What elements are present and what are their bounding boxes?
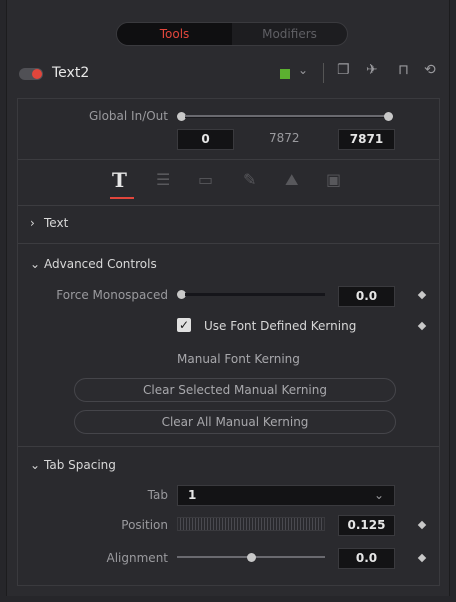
tab-select-value: 1	[188, 488, 197, 502]
tool-enable-toggle[interactable]	[19, 68, 43, 80]
settings-icon[interactable]: ▣	[326, 170, 341, 189]
force-mono-field[interactable]: 0.0	[338, 286, 395, 307]
alignment-label: Alignment	[106, 551, 168, 565]
active-tab-indicator	[110, 197, 134, 199]
clear-all-kerning-button[interactable]: Clear All Manual Kerning	[74, 410, 396, 434]
section-tab-spacing-label: Tab Spacing	[44, 458, 116, 472]
tools-modifiers-switch: Tools Modifiers	[116, 22, 348, 46]
chevron-down-icon: ⌄	[30, 458, 41, 472]
chevron-down-icon: ⌄	[30, 257, 41, 271]
divider	[18, 243, 439, 244]
global-range-fill	[185, 115, 387, 117]
chevron-down-icon: ⌄	[373, 488, 384, 502]
position-label: Position	[121, 518, 168, 532]
force-mono-label: Force Monospaced	[56, 288, 168, 302]
alignment-field[interactable]: 0.0	[338, 548, 395, 569]
section-tab-spacing-header[interactable]: ⌄ Tab Spacing	[30, 458, 116, 472]
force-mono-track[interactable]	[185, 293, 325, 296]
tab-label: Tab	[147, 488, 168, 502]
alignment-knob[interactable]	[246, 553, 256, 562]
manual-kerning-label: Manual Font Kerning	[177, 352, 300, 366]
pin-icon[interactable]: ✈	[366, 62, 378, 78]
position-thumbwheel[interactable]	[177, 517, 325, 531]
section-advanced-header[interactable]: ⌄ Advanced Controls	[30, 257, 157, 271]
tab-select[interactable]: 1 ⌄	[177, 485, 395, 506]
divider	[18, 205, 439, 206]
kerning-checkbox[interactable]: ✓	[177, 318, 191, 332]
clear-selected-kerning-button[interactable]: Clear Selected Manual Kerning	[74, 378, 396, 402]
section-text-header[interactable]: › Text	[30, 216, 68, 230]
position-field[interactable]: 0.125	[338, 515, 395, 536]
chevron-right-icon: ›	[30, 216, 35, 230]
divider	[18, 446, 439, 447]
section-text-label: Text	[44, 216, 69, 230]
reset-icon[interactable]: ⟲	[424, 62, 436, 78]
global-out-handle[interactable]	[384, 112, 393, 121]
lock-icon[interactable]: ⊓	[398, 62, 409, 78]
text-tab-icon[interactable]: T	[112, 168, 127, 192]
kerning-checkbox-label: Use Font Defined Kerning	[204, 319, 357, 333]
versions-icon[interactable]: ❐	[337, 62, 350, 78]
controls-area	[17, 98, 440, 586]
global-in-field[interactable]: 0	[177, 129, 234, 150]
section-advanced-label: Advanced Controls	[44, 257, 157, 271]
image-icon[interactable]: ⛰	[285, 170, 298, 190]
transform-icon[interactable]: ▭	[198, 170, 213, 189]
color-chip[interactable]	[280, 69, 290, 79]
global-inout-label: Global In/Out	[88, 109, 168, 123]
layout-icon[interactable]: ☰	[156, 170, 170, 189]
divider	[18, 159, 439, 160]
global-out-field[interactable]: 7871	[338, 129, 395, 150]
global-duration: 7872	[269, 131, 300, 145]
header-separator	[323, 63, 324, 83]
chevron-down-icon[interactable]: ⌄	[298, 63, 308, 77]
tab-tools[interactable]: Tools	[117, 23, 232, 45]
tool-name: Text2	[52, 65, 90, 81]
tab-modifiers[interactable]: Modifiers	[232, 23, 347, 45]
brush-icon[interactable]: ✎	[243, 170, 256, 189]
